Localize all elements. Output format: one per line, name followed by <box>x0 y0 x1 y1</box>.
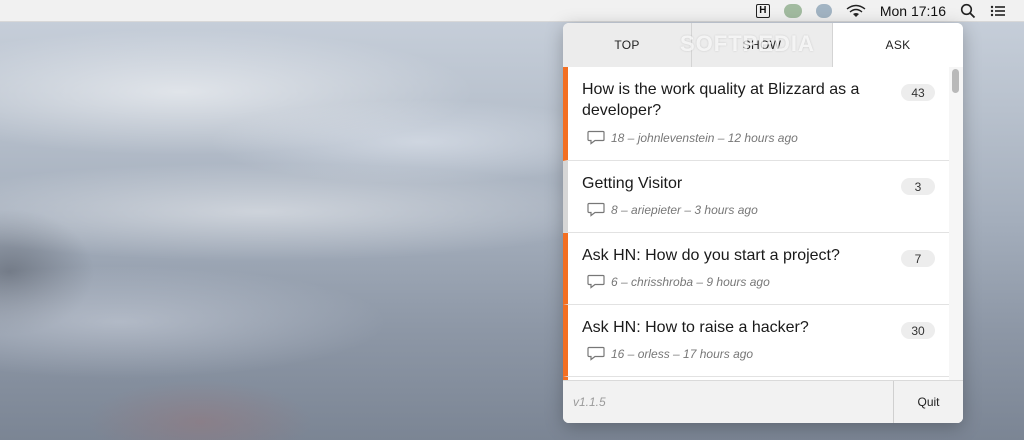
menu-bar-clock[interactable]: Mon 17:16 <box>880 3 946 19</box>
scrollbar-thumb[interactable] <box>952 69 959 93</box>
story-meta: 16 – orless – 17 hours ago <box>587 346 753 361</box>
story-title[interactable]: Ask HN: How to raise a hacker? <box>582 317 882 338</box>
story-meta-text: 16 – orless – 17 hours ago <box>611 346 754 361</box>
story-title[interactable]: How is the work quality at Blizzard as a… <box>582 79 882 121</box>
story-meta-text: 18 – johnlevenstein – 12 hours ago <box>611 130 798 145</box>
search-icon[interactable] <box>960 3 976 19</box>
quit-button[interactable]: Quit <box>893 381 963 423</box>
comment-icon[interactable] <box>587 130 605 145</box>
footer-bar: v1.1.5 Quit <box>563 380 963 423</box>
comment-icon[interactable] <box>587 346 605 361</box>
list-item[interactable]: Ask HN: How to raise a hacker? 30 16 – o… <box>563 305 949 377</box>
wifi-icon[interactable] <box>846 4 866 18</box>
story-meta-text: 8 – ariepieter – 3 hours ago <box>611 202 758 217</box>
tab-top[interactable]: TOP <box>563 23 692 67</box>
version-label: v1.1.5 <box>573 395 606 409</box>
story-meta: 6 – chrisshroba – 9 hours ago <box>587 274 770 289</box>
story-meta: 18 – johnlevenstein – 12 hours ago <box>587 130 798 145</box>
scrollbar[interactable] <box>949 67 963 380</box>
story-title[interactable]: Getting Visitor <box>582 173 882 194</box>
hacker-news-popover: TOP SHOW ASK How is the work quality at … <box>563 23 963 423</box>
list-item[interactable]: Getting Visitor 3 8 – ariepieter – 3 hou… <box>563 161 949 233</box>
list-item[interactable]: Ask HN: How do you start a project? 7 6 … <box>563 233 949 305</box>
tab-bar: TOP SHOW ASK <box>563 23 963 67</box>
points-badge: 30 <box>901 322 935 339</box>
menu-bar: H Mon 17:16 <box>0 0 1024 22</box>
points-badge: 43 <box>901 84 935 101</box>
story-meta-text: 6 – chrisshroba – 9 hours ago <box>611 274 770 289</box>
points-badge: 7 <box>901 250 935 267</box>
points-badge: 3 <box>901 178 935 195</box>
story-meta: 8 – ariepieter – 3 hours ago <box>587 202 758 217</box>
status-icon-blue[interactable] <box>815 3 832 18</box>
story-title[interactable]: Ask HN: How do you start a project? <box>582 245 882 266</box>
list-icon[interactable] <box>990 3 1006 19</box>
tab-ask[interactable]: ASK <box>833 23 963 67</box>
story-list[interactable]: How is the work quality at Blizzard as a… <box>563 67 963 380</box>
comment-icon[interactable] <box>587 202 605 217</box>
tab-show[interactable]: SHOW <box>692 23 833 67</box>
comment-icon[interactable] <box>587 274 605 289</box>
status-icon-green[interactable] <box>783 3 802 18</box>
list-item[interactable]: How is the work quality at Blizzard as a… <box>563 67 949 161</box>
h-app-icon[interactable]: H <box>755 3 770 18</box>
